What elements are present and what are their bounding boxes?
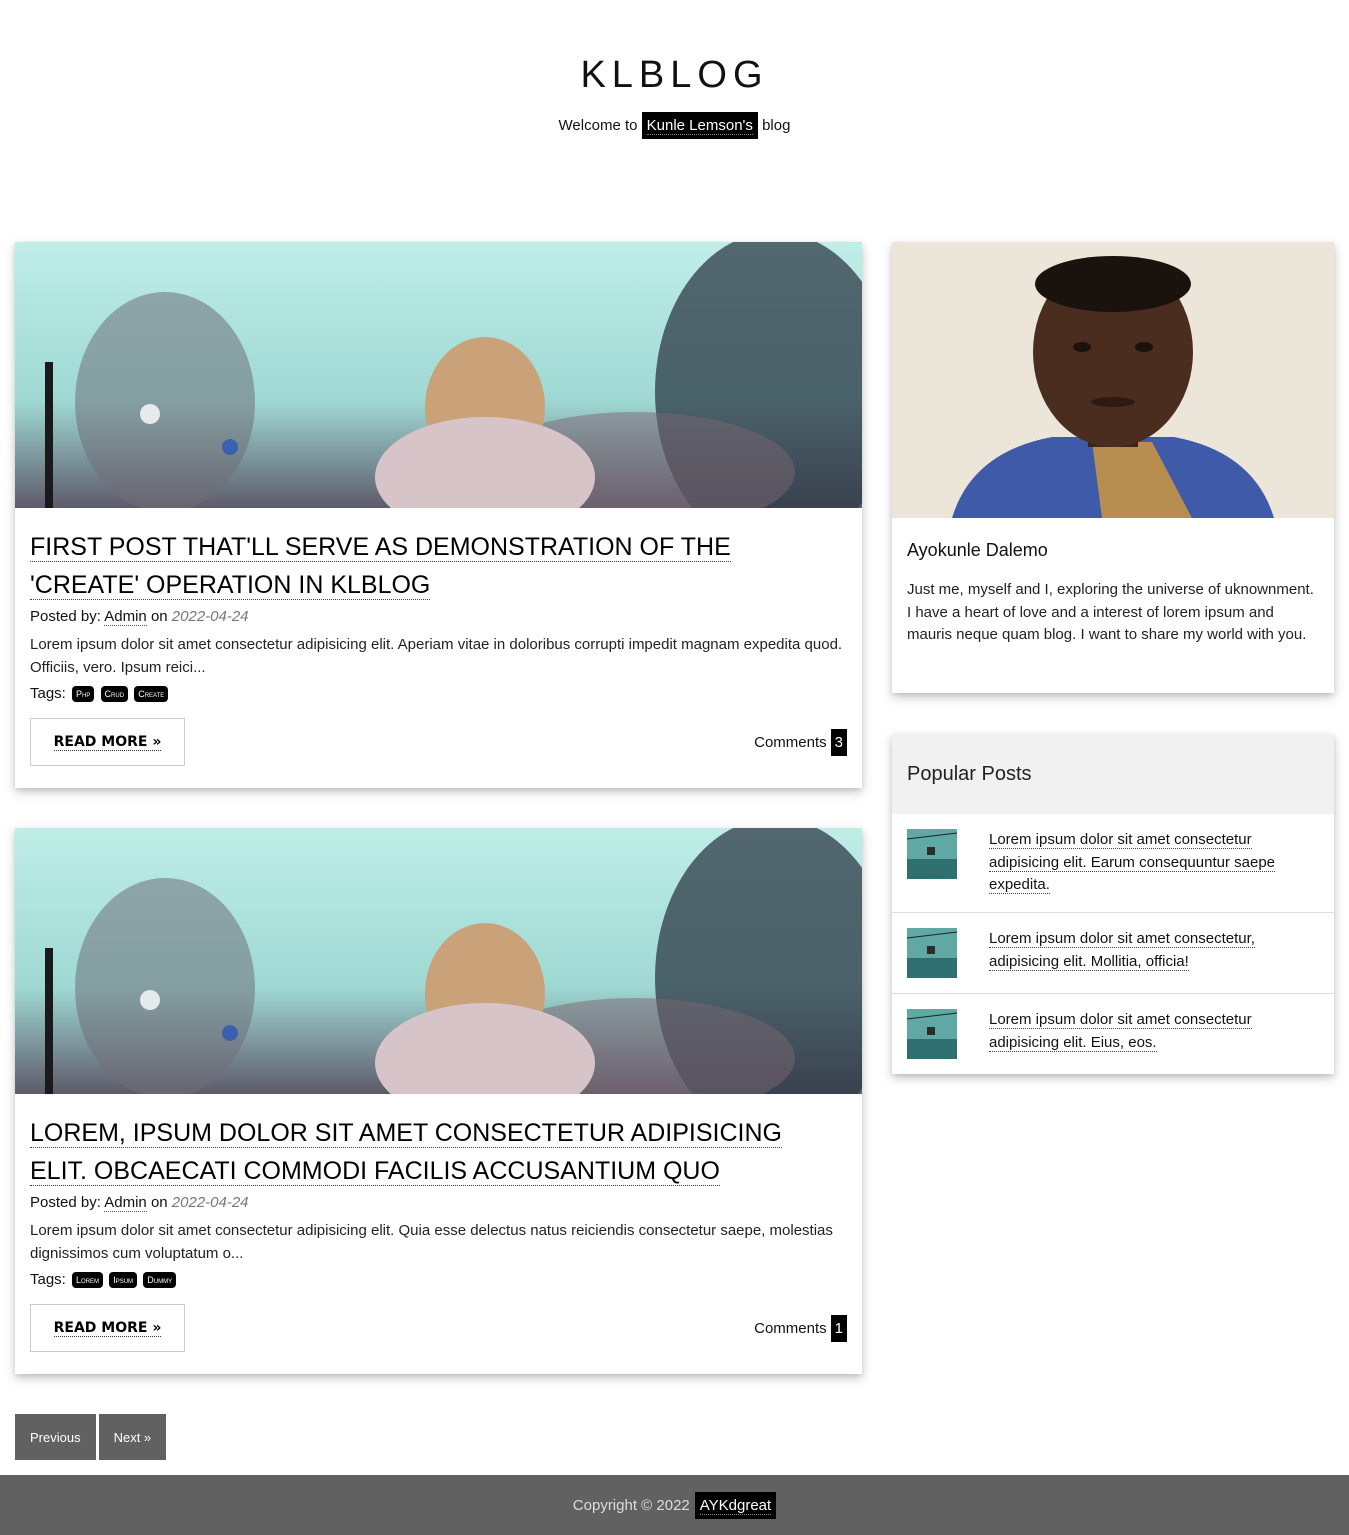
post-date: 2022-04-24	[171, 1194, 249, 1211]
popular-posts-panel: Popular Posts Lorem ipsum dolor sit amet…	[892, 734, 1334, 1074]
next-page-button[interactable]: Next »	[98, 1414, 167, 1460]
popular-post-link[interactable]: Lorem ipsum dolor sit amet consectetur, …	[989, 928, 1309, 973]
author-link[interactable]: Admin	[104, 608, 147, 626]
popular-post-link[interactable]: Lorem ipsum dolor sit amet consectetur a…	[989, 1009, 1309, 1054]
tag-ipsum[interactable]: Ipsum	[109, 1272, 138, 1289]
on-label: on	[150, 1194, 168, 1211]
post-excerpt: Lorem ipsum dolor sit amet consectetur a…	[30, 636, 843, 676]
posted-by-label: Posted by:	[30, 1194, 101, 1211]
read-more-button[interactable]: READ MORE »	[30, 1304, 185, 1352]
post-card: First post that'll serve as demonstratio…	[15, 242, 862, 788]
footer-author-badge[interactable]: AYKdgreat	[694, 1491, 777, 1519]
profile-photo	[892, 242, 1334, 518]
site-header: KLBLOG Welcome to Kunle Lemson's blog	[0, 0, 1349, 200]
popular-post-link[interactable]: Lorem ipsum dolor sit amet consectetur a…	[989, 829, 1309, 897]
popular-posts-title: Popular Posts	[907, 762, 1032, 785]
welcome-prefix: Welcome to	[558, 117, 638, 134]
comments-label: Comments	[754, 734, 827, 751]
comments-counter: Comments 1	[754, 1315, 847, 1342]
blog-owner-badge[interactable]: Kunle Lemson's	[641, 112, 758, 139]
welcome-suffix: blog	[762, 117, 791, 134]
popular-posts-header: Popular Posts	[892, 734, 1334, 814]
post-image	[15, 828, 862, 1094]
popular-post-thumbnail	[907, 928, 957, 978]
footer-author-link[interactable]: AYKdgreat	[699, 1496, 772, 1515]
welcome-line: Welcome to Kunle Lemson's blog	[0, 112, 1349, 139]
site-title: KLBLOG	[580, 54, 769, 96]
tags-label: Tags:	[30, 685, 66, 702]
blog-owner-name[interactable]: Kunle Lemson's	[646, 117, 753, 135]
profile-bio: Just me, myself and I, exploring the uni…	[907, 581, 1314, 643]
posted-by-label: Posted by:	[30, 608, 101, 625]
post-title[interactable]: First post that'll serve as demonstratio…	[30, 528, 820, 604]
site-footer: Copyright © 2022 AYKdgreat	[0, 1475, 1349, 1535]
tag-lorem[interactable]: Lorem	[72, 1272, 104, 1289]
popular-post-item[interactable]: Lorem ipsum dolor sit amet consectetur a…	[892, 814, 1334, 913]
tag-crud[interactable]: Crud	[100, 686, 129, 703]
tag-create[interactable]: Create	[134, 686, 169, 703]
post-meta: Posted by: Admin on 2022-04-24	[30, 1194, 249, 1212]
copyright-text: Copyright © 2022	[572, 1496, 690, 1514]
comments-label: Comments	[754, 1320, 827, 1337]
author-link[interactable]: Admin	[104, 1194, 147, 1212]
post-image	[15, 242, 862, 508]
tags-label: Tags:	[30, 1271, 66, 1288]
author-profile-card: Ayokunle Dalemo Just me, myself and I, e…	[892, 242, 1334, 693]
post-card: Lorem, ipsum dolor sit amet consectetur …	[15, 828, 862, 1374]
comments-counter: Comments 3	[754, 729, 847, 756]
popular-post-thumbnail	[907, 1009, 957, 1059]
comments-count: 3	[830, 729, 847, 756]
post-date: 2022-04-24	[171, 608, 249, 625]
on-label: on	[150, 608, 168, 625]
post-meta: Posted by: Admin on 2022-04-24	[30, 608, 249, 626]
popular-post-thumbnail	[907, 829, 957, 879]
tag-dummy[interactable]: Dummy	[143, 1272, 177, 1289]
popular-post-item[interactable]: Lorem ipsum dolor sit amet consectetur, …	[892, 913, 1334, 994]
post-title[interactable]: Lorem, ipsum dolor sit amet consectetur …	[30, 1114, 820, 1190]
post-tags: Tags: Php Crud Create	[30, 685, 169, 703]
post-tags: Tags: Lorem Ipsum Dummy	[30, 1271, 177, 1289]
previous-page-button[interactable]: Previous	[15, 1414, 96, 1460]
read-more-button[interactable]: READ MORE »	[30, 718, 185, 766]
tag-php[interactable]: Php	[72, 686, 95, 703]
popular-post-item[interactable]: Lorem ipsum dolor sit amet consectetur a…	[892, 994, 1334, 1074]
profile-name: Ayokunle Dalemo	[907, 540, 1048, 560]
comments-count: 1	[830, 1315, 847, 1342]
post-excerpt: Lorem ipsum dolor sit amet consectetur a…	[30, 1222, 833, 1262]
pagination: Previous Next »	[15, 1414, 167, 1460]
